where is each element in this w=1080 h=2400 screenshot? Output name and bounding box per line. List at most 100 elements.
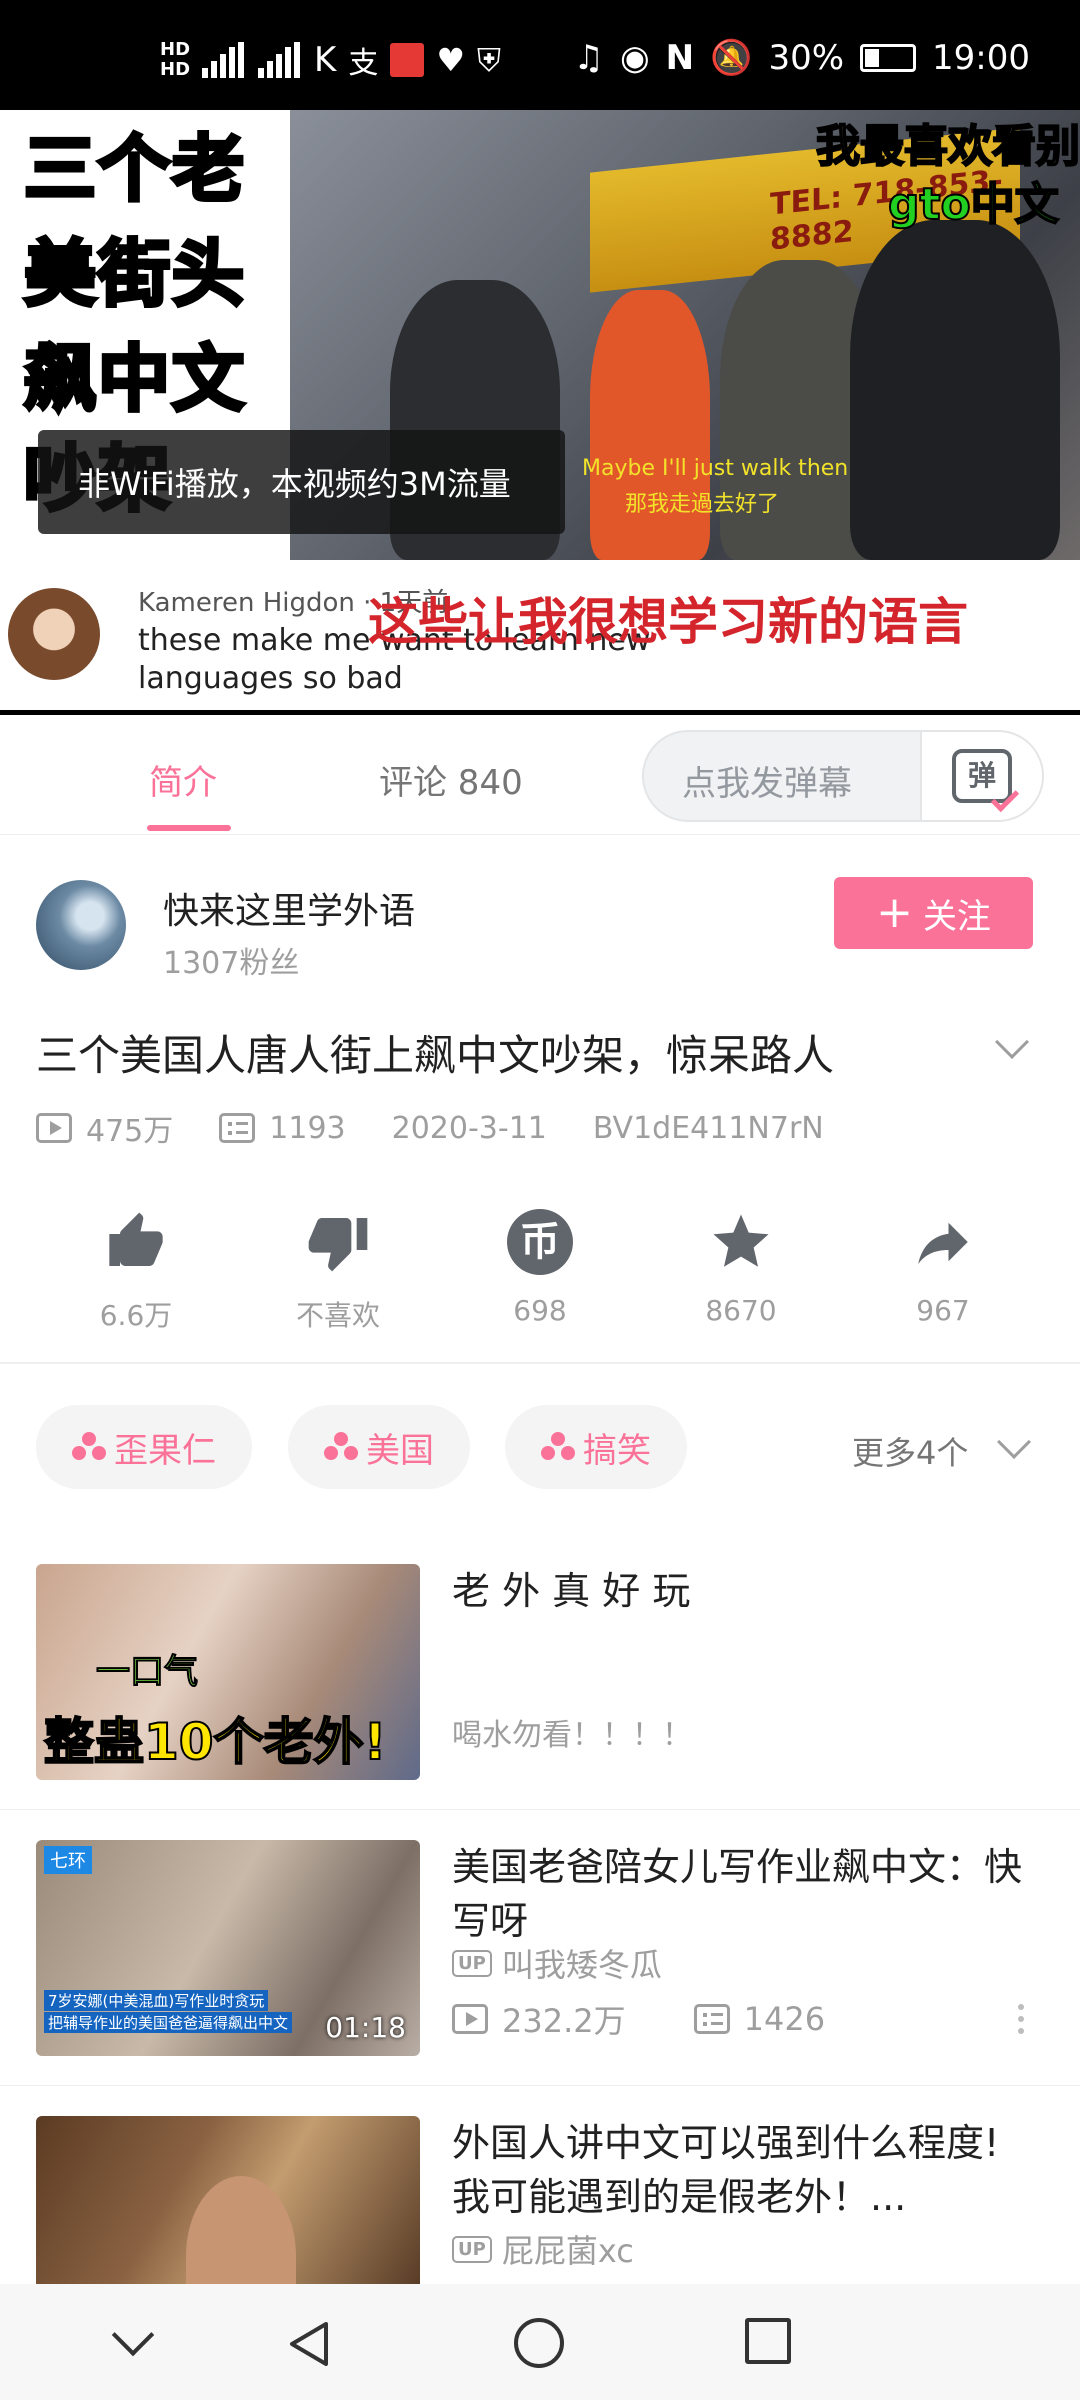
signal-icon-2	[258, 42, 302, 78]
more-tags-button[interactable]: 更多4个	[852, 1428, 968, 1474]
publish-date: 2020-3-11	[391, 1110, 547, 1146]
danmaku-count-icon	[693, 2004, 730, 2034]
status-right: ♫ ◉ N 🔕 30% 19:00	[573, 28, 1030, 88]
dislike-button[interactable]: 不喜欢	[268, 1204, 408, 1334]
alipay-icon: 支	[348, 46, 379, 81]
coin-glyph: 币	[507, 1209, 573, 1275]
more-options-icon[interactable]	[1018, 2004, 1024, 2010]
rec-uploader-name: 叫我矮冬瓜	[501, 1946, 662, 1984]
rec-title: 外国人讲中文可以强到什么程度! 我可能遇到的是假老外！...	[452, 2121, 1000, 2219]
hd-indicator: HD HD	[160, 40, 190, 80]
tag-icon	[324, 1432, 358, 1462]
heart-rate-icon: ♥	[436, 41, 465, 79]
list-item[interactable]: 一口气 整蛊10个老外! 老 外 真 好 玩 喝水勿看！！！！	[0, 1534, 1080, 1810]
danmaku-toggle-button[interactable]: 弹	[920, 732, 1042, 820]
headphones-icon: ♫	[573, 38, 604, 78]
tag-label: 美国	[366, 1430, 434, 1471]
home-icon[interactable]	[514, 2318, 564, 2368]
view-count: 475万	[86, 1114, 174, 1149]
favorite-button[interactable]: 8670	[671, 1204, 811, 1327]
data-usage-toast: 非WiFi播放，本视频约3M流量	[38, 430, 565, 534]
video-title: 三个美国人唐人街上飙中文吵架，惊呆路人	[36, 1031, 835, 1080]
video-duration: 01:18	[325, 2011, 406, 2044]
danmaku-icon-char: 弹	[967, 759, 996, 792]
rec-uploader-name: 屁屁菌xc	[501, 2232, 634, 2270]
video-thumbnail: 一口气 整蛊10个老外!	[36, 1564, 420, 1780]
app-notification-icon	[390, 43, 425, 77]
eye-icon: ◉	[619, 38, 650, 78]
like-count: 6.6万	[99, 1299, 173, 1332]
subtitle-english: Maybe I'll just walk then	[582, 456, 849, 481]
recents-icon[interactable]	[745, 2318, 791, 2364]
tab-intro[interactable]: 简介	[149, 755, 217, 804]
coin-button[interactable]: 币 698	[470, 1204, 610, 1327]
share-icon	[873, 1204, 1013, 1280]
back-icon[interactable]	[282, 2318, 334, 2370]
hd2-label: HD	[160, 59, 191, 80]
video-meta: 475万 1193 2020-3-11 BV1dE411N7rN	[36, 1106, 824, 1150]
clock: 19:00	[932, 38, 1030, 78]
hide-keyboard-icon[interactable]	[111, 2313, 155, 2357]
tag-icon	[541, 1432, 575, 1462]
rec-uploader: UP 屁屁菌xc	[452, 2226, 634, 2272]
coin-icon: 币	[470, 1204, 610, 1280]
tag-label: 歪果仁	[114, 1430, 216, 1471]
k-app-icon: K	[314, 40, 337, 80]
tab-comments[interactable]: 评论 840	[379, 755, 523, 804]
status-bar: HD HD K 支 ♥ ⛨ ♫ ◉ N 🔕 30% 19:00	[0, 0, 1080, 110]
chevron-down-icon	[997, 1425, 1031, 1459]
caption-top-right: 我最喜欢看别	[815, 120, 1080, 173]
dislike-label: 不喜欢	[295, 1299, 380, 1332]
tag-chip[interactable]: 歪果仁	[36, 1405, 252, 1489]
rec-desc: 喝水勿看！！！！	[452, 1718, 692, 1753]
play-count-icon	[452, 2004, 488, 2034]
uploader-fans: 1307粉丝	[163, 946, 300, 981]
battery-percent: 30%	[768, 38, 845, 78]
video-thumbnail: 七环 7岁安娜(中美混血)写作业时贪玩 把辅导作业的美国爸爸逼得飙出中文 01:…	[36, 1840, 420, 2056]
thumbs-down-icon	[268, 1204, 408, 1280]
tag-chip[interactable]: 搞笑	[505, 1405, 687, 1489]
system-nav-bar	[0, 2284, 1080, 2400]
follow-button[interactable]: + 关注	[834, 877, 1033, 949]
tag-icon	[72, 1432, 106, 1462]
video-player[interactable]: TEL: 718-853-8882 三个老 美街头 飙中文 吵架 我最喜欢看别 …	[0, 110, 1080, 715]
overlay-title-line-2: 美街头	[22, 230, 247, 318]
expand-chevron-icon[interactable]	[995, 1025, 1029, 1059]
tag-chip[interactable]: 美国	[288, 1405, 470, 1489]
list-item[interactable]: 七环 7岁安娜(中美混血)写作业时贪玩 把辅导作业的美国爸爸逼得飙出中文 01:…	[0, 1810, 1080, 2086]
caption-green: gto中文	[887, 178, 1060, 231]
rec-stats: 232.2万 1426	[452, 1996, 825, 2042]
active-tab-indicator	[147, 825, 231, 831]
shield-icon: ⛨	[477, 40, 502, 79]
subtitle-chinese: 那我走過去好了	[625, 492, 780, 517]
thumb-badge: 七环	[44, 1846, 92, 1874]
up-badge-icon: UP	[452, 1949, 492, 1977]
toast-text: 非WiFi播放，本视频约3M流量	[78, 465, 511, 503]
star-icon	[671, 1204, 811, 1280]
bv-id: BV1dE411N7rN	[592, 1110, 824, 1146]
up-badge-icon: UP	[452, 2235, 492, 2263]
danmaku-count-icon	[219, 1113, 256, 1143]
danmaku-placeholder: 点我发弹幕	[682, 764, 852, 804]
hd1-label: HD	[160, 39, 191, 60]
thumb-text-top: 一口气	[96, 1652, 199, 1693]
danmaku-input[interactable]: 点我发弹幕 弹	[642, 730, 1044, 822]
play-count-icon	[36, 1113, 72, 1143]
danmaku-count: 1193	[269, 1110, 346, 1146]
video-comment-overlay: Kameren Higdon · 1天前 these make me want …	[0, 560, 1080, 715]
like-button[interactable]: 6.6万	[66, 1204, 206, 1334]
thumb-line-1: 7岁安娜(中美混血)写作业时贪玩	[44, 1990, 269, 2011]
uploader-avatar[interactable]	[36, 880, 126, 970]
share-button[interactable]: 967	[873, 1204, 1013, 1327]
rec-title: 美国老爸陪女儿写作业飙中文：快写呀	[452, 1845, 1023, 1943]
status-left: HD HD K 支 ♥ ⛨	[160, 32, 501, 88]
share-count: 967	[916, 1294, 970, 1327]
plus-icon: +	[876, 887, 913, 938]
commenter-avatar	[8, 588, 100, 680]
more-tags-label: 更多4个	[852, 1434, 969, 1472]
overlay-title-line-1: 三个老	[22, 125, 247, 213]
signal-icon	[202, 42, 246, 78]
battery-icon	[860, 44, 917, 72]
uploader-name[interactable]: 快来这里学外语	[163, 882, 415, 934]
thumbs-up-icon	[66, 1204, 206, 1280]
